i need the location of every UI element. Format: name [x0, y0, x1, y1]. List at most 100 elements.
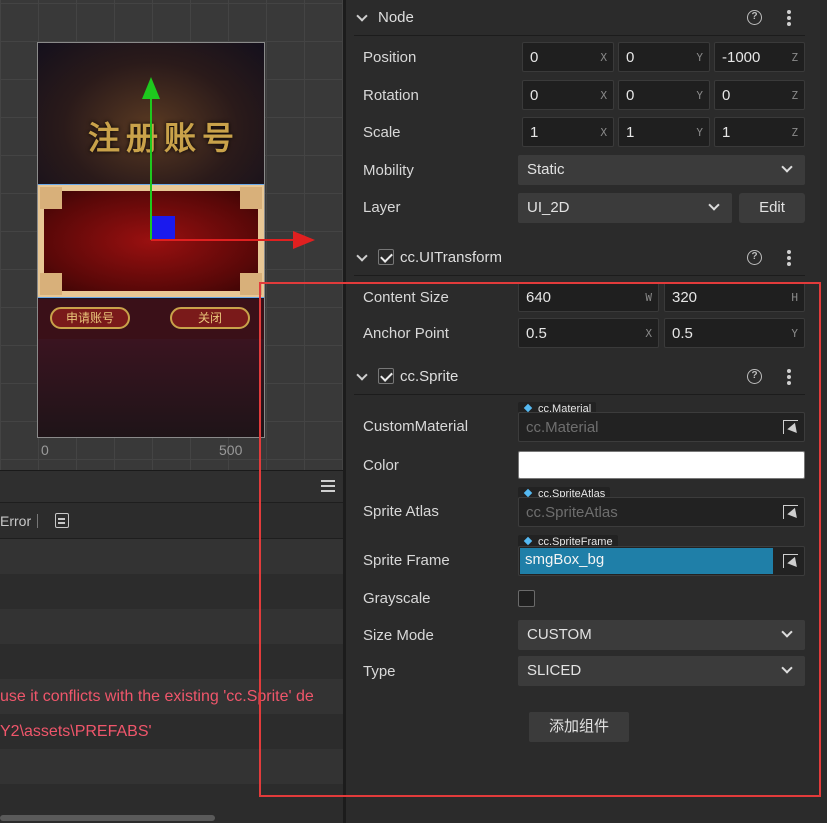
scale-z-value: 1: [722, 124, 731, 141]
console-panel: Error use it conflicts with the existing…: [0, 470, 345, 823]
ruler-label-0: 0: [41, 442, 49, 458]
gizmo-origin-handle[interactable]: [152, 216, 175, 239]
type-value: SLICED: [527, 662, 582, 679]
chevron-down-icon: [781, 662, 793, 674]
asset-picker-icon[interactable]: [783, 554, 798, 568]
chevron-down-icon[interactable]: [356, 10, 368, 22]
more-options-icon[interactable]: [787, 250, 791, 266]
inspector-panel: Node ? Position 0X 0Y -1000 Z Rotation 0X…: [346, 0, 827, 823]
position-z-field[interactable]: -1000 Z: [714, 42, 805, 72]
layer-edit-button[interactable]: Edit: [739, 193, 805, 223]
log-row[interactable]: [0, 784, 345, 819]
sprite-atlas-field[interactable]: cc.SpriteAtlas: [518, 497, 805, 527]
preview-close-button: 关闭: [170, 307, 250, 329]
sprite-enabled-checkbox[interactable]: [378, 368, 394, 384]
rotation-x-field[interactable]: 0X: [522, 80, 614, 110]
more-options-icon[interactable]: [787, 10, 791, 26]
box-corner: [240, 273, 262, 295]
uitransform-section-title: cc.UITransform: [400, 249, 502, 266]
anchor-x-value: 0.5: [526, 325, 547, 342]
content-size-width-field[interactable]: 640 W: [518, 282, 659, 312]
size-mode-select[interactable]: CUSTOM: [518, 620, 805, 650]
layer-value: UI_2D: [527, 199, 570, 216]
mobility-select[interactable]: Static: [518, 155, 805, 185]
scale-y-field[interactable]: 1Y: [618, 117, 710, 147]
rotation-y-value: 0: [626, 87, 635, 104]
horizontal-scrollbar[interactable]: [0, 815, 215, 821]
position-y-field[interactable]: 0Y: [618, 42, 710, 72]
axis-h-label: H: [791, 291, 798, 304]
log-row[interactable]: [0, 644, 345, 679]
preview-bottom-art: [38, 339, 264, 437]
sprite-frame-field[interactable]: smgBox_bg: [518, 546, 805, 576]
log-row-error[interactable]: use it conflicts with the existing 'cc.S…: [0, 679, 345, 714]
color-swatch[interactable]: [518, 451, 805, 479]
position-y-value: 0: [626, 49, 635, 66]
content-size-height-field[interactable]: 320 H: [664, 282, 805, 312]
error-filter[interactable]: Error: [0, 513, 31, 529]
node-section-header[interactable]: Node ?: [346, 0, 827, 36]
box-corner: [240, 187, 262, 209]
sprite-atlas-label: Sprite Atlas: [363, 503, 439, 520]
position-label: Position: [363, 49, 417, 66]
log-file-icon[interactable]: [55, 513, 69, 528]
scale-z-field[interactable]: 1Z: [714, 117, 805, 147]
uitransform-enabled-checkbox[interactable]: [378, 249, 394, 265]
position-x-value: 0: [530, 49, 539, 66]
type-label: Type: [363, 663, 396, 680]
mobility-value: Static: [527, 161, 565, 178]
scene-view[interactable]: 注册账号 申请账号 关闭 0 500: [0, 0, 345, 470]
anchor-y-value: 0.5: [672, 325, 693, 342]
grayscale-checkbox[interactable]: [518, 590, 535, 607]
rotation-z-field[interactable]: 0Z: [714, 80, 805, 110]
preview-title-text: 注册账号: [88, 119, 241, 157]
log-row[interactable]: [0, 609, 345, 644]
anchor-x-field[interactable]: 0.5 X: [518, 318, 659, 348]
gizmo-x-axis[interactable]: [151, 239, 296, 241]
axis-x-label: X: [600, 126, 607, 139]
rotation-x-value: 0: [530, 87, 539, 104]
help-icon[interactable]: ?: [747, 10, 762, 25]
chevron-down-icon[interactable]: [356, 369, 368, 381]
log-row[interactable]: [0, 539, 345, 574]
position-x-field[interactable]: 0X: [522, 42, 614, 72]
sprite-section-title: cc.Sprite: [400, 368, 459, 385]
layer-select[interactable]: UI_2D: [518, 193, 732, 223]
scale-x-field[interactable]: 1X: [522, 117, 614, 147]
gizmo-x-arrow-icon[interactable]: [293, 231, 315, 249]
asset-picker-icon[interactable]: [783, 420, 798, 434]
help-icon[interactable]: ?: [747, 250, 762, 265]
box-corner: [40, 273, 62, 295]
position-z-value: -1000: [722, 49, 761, 66]
axis-x-label: X: [645, 327, 652, 340]
log-row[interactable]: [0, 749, 345, 784]
sprite-atlas-value: cc.SpriteAtlas: [526, 504, 618, 521]
size-mode-label: Size Mode: [363, 627, 434, 644]
rotation-z-value: 0: [722, 87, 731, 104]
custom-material-value: cc.Material: [526, 419, 599, 436]
anchor-y-field[interactable]: 0.5 Y: [664, 318, 805, 348]
asset-picker-icon[interactable]: [783, 505, 798, 519]
gizmo-y-arrow-icon[interactable]: [142, 77, 160, 99]
chevron-down-icon: [781, 161, 793, 173]
color-label: Color: [363, 457, 399, 474]
custom-material-field[interactable]: cc.Material: [518, 412, 805, 442]
sprite-section-header[interactable]: cc.Sprite ?: [346, 359, 827, 395]
mobility-label: Mobility: [363, 162, 414, 179]
more-options-icon[interactable]: [787, 369, 791, 385]
axis-z-label: Z: [791, 51, 798, 64]
rotation-y-field[interactable]: 0Y: [618, 80, 710, 110]
axis-w-label: W: [645, 291, 652, 304]
add-component-button[interactable]: 添加组件: [529, 712, 629, 742]
axis-z-label: Z: [791, 126, 798, 139]
ruler-label-500: 500: [219, 442, 243, 458]
chevron-down-icon[interactable]: [356, 250, 368, 262]
log-row[interactable]: [0, 574, 345, 609]
sprite-frame-value: smgBox_bg: [525, 551, 605, 568]
type-select[interactable]: SLICED: [518, 656, 805, 686]
uitransform-section-header[interactable]: cc.UITransform ?: [346, 240, 827, 276]
menu-icon[interactable]: [321, 480, 335, 492]
help-icon[interactable]: ?: [747, 369, 762, 384]
content-height-value: 320: [672, 289, 698, 306]
log-row-error[interactable]: Y2\assets\PREFABS': [0, 714, 345, 749]
